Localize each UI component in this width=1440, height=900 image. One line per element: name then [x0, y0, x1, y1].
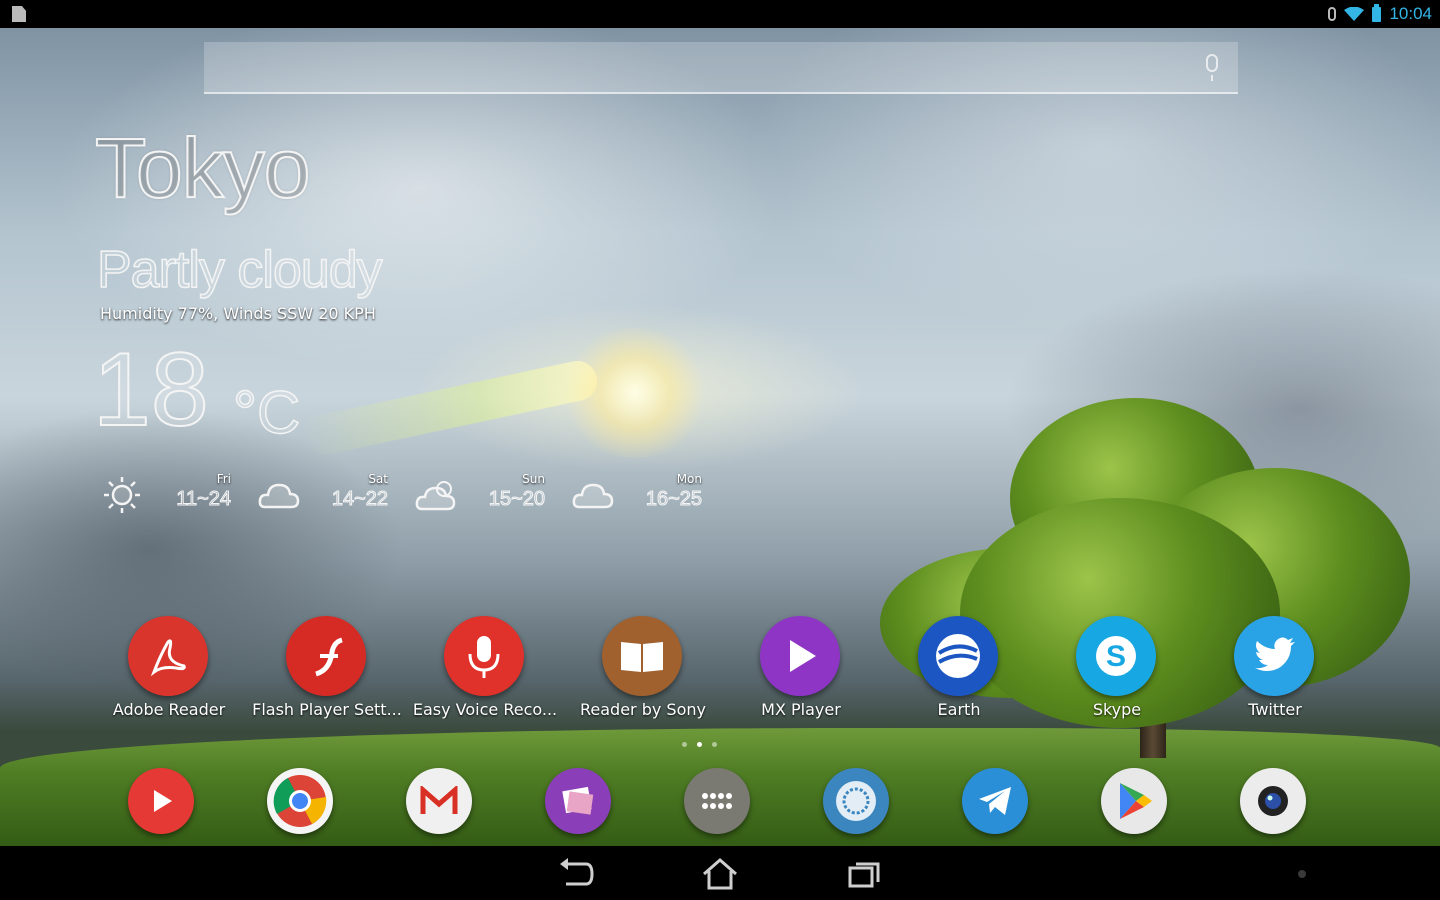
app-label: Reader by Sony [580, 700, 706, 719]
weather-condition: Partly cloudy [96, 240, 383, 300]
gmail-icon[interactable] [406, 768, 472, 834]
reader-sony-icon[interactable] [602, 616, 682, 696]
app-reader-by-sony[interactable]: Reader by Sony [562, 616, 720, 726]
camera-icon[interactable] [1240, 768, 1306, 834]
forecast-strip: Fri 11~24 Sat 14~22 Sun 15~20 Mon 16~25 [95, 470, 723, 520]
wifi-icon [1344, 7, 1365, 21]
app-mx-player[interactable]: MX Player [720, 616, 878, 726]
forecast-range: 14~22 [331, 488, 388, 511]
youtube-icon[interactable] [128, 768, 194, 834]
forecast-day: Mon 16~25 [566, 470, 723, 520]
flash-player-icon[interactable] [286, 616, 366, 696]
skype-icon[interactable]: S [1076, 616, 1156, 696]
dock-youtube[interactable] [128, 768, 267, 836]
photo-app-icon[interactable] [545, 768, 611, 834]
forecast-day-name: Fri [216, 472, 231, 486]
app-label: MX Player [761, 700, 841, 719]
menu-dot-icon[interactable] [1298, 870, 1306, 878]
svg-text:S: S [1106, 640, 1126, 673]
forecast-day: Fri 11~24 [95, 470, 252, 520]
app-label: Adobe Reader [112, 700, 226, 719]
forecast-day: Sun 15~20 [409, 470, 566, 520]
dock-play-store[interactable] [1101, 768, 1240, 836]
dock-chrome[interactable] [267, 768, 406, 836]
app-twitter[interactable]: Twitter [1194, 616, 1352, 726]
page-indicator [682, 742, 717, 747]
sun-glow [560, 328, 710, 458]
dock-telegram[interactable] [962, 768, 1101, 836]
notification-file-icon[interactable] [12, 6, 26, 22]
mic-icon[interactable] [1206, 54, 1218, 81]
status-bar: 10:04 [0, 0, 1440, 28]
clock: 10:04 [1389, 4, 1432, 23]
telegram-icon[interactable] [962, 768, 1028, 834]
chrome-icon[interactable] [267, 768, 333, 834]
sun-rays [299, 357, 601, 459]
play-store-icon[interactable] [1101, 768, 1167, 834]
dock-gmail[interactable] [406, 768, 545, 836]
back-icon[interactable] [556, 856, 596, 892]
forecast-day-name: Sun [522, 472, 545, 486]
page-dot [712, 742, 717, 747]
page-dot [682, 742, 687, 747]
app-label: Twitter [1248, 700, 1302, 719]
adobe-reader-icon[interactable] [128, 616, 208, 696]
cloudy-icon [258, 483, 300, 509]
google-search-bar[interactable] [204, 42, 1238, 94]
app-skype[interactable]: S Skype [1036, 616, 1194, 726]
navigation-bar [0, 846, 1440, 900]
mosaic-app-icon[interactable] [823, 768, 889, 834]
app-earth[interactable]: Earth [878, 616, 1036, 726]
dock-camera[interactable] [1240, 768, 1379, 836]
app-drawer-icon[interactable] [684, 768, 750, 834]
weather-temperature: 18 [92, 332, 210, 448]
battery-icon [1372, 3, 1382, 22]
dock-mosaic-app[interactable] [823, 768, 962, 836]
forecast-day-name: Mon [676, 472, 702, 486]
page-dot-active [697, 742, 702, 747]
voice-recorder-icon[interactable] [444, 616, 524, 696]
dock-app-drawer[interactable] [684, 768, 823, 836]
forecast-range: 11~24 [176, 488, 232, 511]
forecast-day: Sat 14~22 [252, 470, 409, 520]
partly-cloudy-icon [415, 481, 456, 511]
twitter-icon[interactable] [1234, 616, 1314, 696]
app-easy-voice-recorder[interactable]: Easy Voice Reco... [404, 616, 562, 726]
app-label: Easy Voice Reco... [412, 700, 558, 719]
forecast-range: 16~25 [645, 488, 702, 511]
dock-photo-app[interactable] [545, 768, 684, 836]
app-label: Flash Player Sett... [252, 700, 402, 719]
app-flash-player-settings[interactable]: Flash Player Sett... [246, 616, 404, 726]
home-icon[interactable] [700, 856, 740, 892]
weather-city: Tokyo [94, 120, 311, 216]
app-adobe-reader[interactable]: Adobe Reader [88, 616, 246, 726]
cloudy-icon [572, 483, 614, 509]
weather-unit: °C [232, 378, 301, 447]
forecast-day-name: Sat [368, 472, 388, 486]
bluetooth-icon [1328, 7, 1337, 21]
app-label: Earth [937, 700, 981, 719]
home-app-row: Adobe Reader Flash Player Sett... Easy V… [88, 616, 1352, 726]
weather-details: Humidity 77%, Winds SSW 20 KPH [100, 304, 376, 323]
google-earth-icon[interactable] [918, 616, 998, 696]
app-label: Skype [1092, 700, 1142, 719]
forecast-range: 15~20 [488, 488, 545, 511]
recents-icon[interactable] [844, 856, 884, 892]
sunny-icon [104, 477, 140, 513]
dock [128, 768, 1379, 836]
mx-player-icon[interactable] [760, 616, 840, 696]
